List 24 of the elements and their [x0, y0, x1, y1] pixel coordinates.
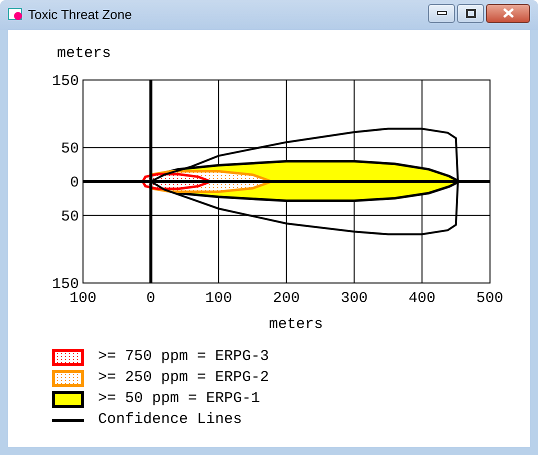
maximize-icon [466, 8, 476, 18]
minimize-button[interactable] [428, 4, 455, 22]
legend-label: >= 750 ppm = ERPG-3 [98, 348, 270, 366]
y-axis-label: meters [57, 45, 112, 62]
y-tick-label: 0 [70, 174, 79, 192]
window-title: Toxic Threat Zone [28, 6, 132, 24]
y-tick-label: 150 [52, 72, 79, 90]
x-tick-label: 300 [340, 290, 368, 307]
y-tick-label: 50 [60, 208, 79, 226]
legend-label: >= 50 ppm = ERPG-1 [98, 390, 260, 408]
x-axis-label: meters [269, 316, 323, 330]
x-tick-label: 100 [205, 290, 232, 307]
legend-label: >= 250 ppm = ERPG-2 [98, 369, 270, 387]
x-tick-label: 200 [272, 290, 300, 307]
x-tick-label: 0 [146, 290, 156, 307]
x-tick-label: 400 [408, 290, 436, 307]
app-icon [8, 8, 24, 22]
legend-label: Confidence Lines [98, 411, 242, 429]
close-button[interactable] [486, 4, 530, 22]
y-tick-label: 50 [60, 140, 79, 158]
maximize-button[interactable] [457, 4, 484, 22]
x-tick-label: 500 [476, 290, 504, 307]
close-icon [502, 8, 514, 18]
minimize-icon [436, 11, 446, 15]
